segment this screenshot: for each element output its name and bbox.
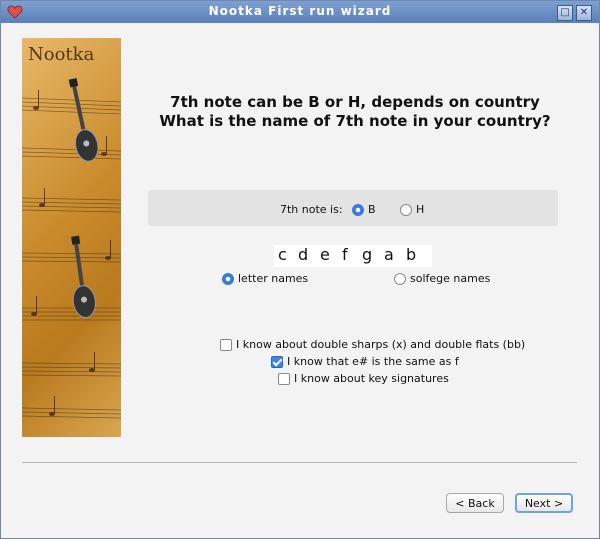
checkbox-double-accidentals-label[interactable]: I know about double sharps (x) and doubl… xyxy=(236,338,525,351)
next-button[interactable]: Next > xyxy=(515,493,573,513)
back-button[interactable]: < Back xyxy=(446,493,504,513)
radio-solfege-names-label[interactable]: solfege names xyxy=(410,272,490,285)
note-name: d xyxy=(298,245,309,264)
close-icon: ✕ xyxy=(579,7,589,18)
note-name: g xyxy=(362,245,373,264)
checkbox-enharmonic-label[interactable]: I know that e# is the same as f xyxy=(287,355,459,368)
note-name: f xyxy=(342,245,348,264)
page-subtitle: What is the name of 7th note in your cou… xyxy=(159,112,551,130)
radio-b[interactable] xyxy=(352,204,364,216)
maximize-icon: □ xyxy=(560,7,570,18)
seventh-note-panel: 7th note is: B H xyxy=(148,190,558,226)
note-names-preview: c d e f g a b xyxy=(274,245,432,267)
side-image: Nootka xyxy=(22,38,121,437)
radio-h-label[interactable]: H xyxy=(416,203,424,216)
checkbox-key-signatures-label[interactable]: I know about key signatures xyxy=(294,372,449,385)
page-title: 7th note can be B or H, depends on count… xyxy=(170,93,540,111)
divider xyxy=(22,462,577,463)
note-name: c xyxy=(278,245,287,264)
close-button[interactable]: ✕ xyxy=(576,5,592,21)
checkbox-double-accidentals[interactable] xyxy=(220,339,232,351)
guitar-icon xyxy=(71,235,96,318)
seventh-note-label: 7th note is: xyxy=(280,203,343,216)
radio-h[interactable] xyxy=(400,204,412,216)
window-title: Nootka First run wizard xyxy=(208,4,392,18)
maximize-button[interactable]: □ xyxy=(557,5,573,21)
note-name: b xyxy=(406,245,417,264)
guitar-icon xyxy=(68,78,99,162)
sheet-music-graphic: Nootka xyxy=(22,44,121,419)
side-image-caption: Nootka xyxy=(28,44,95,65)
note-name: a xyxy=(384,245,394,264)
radio-letter-names-label[interactable]: letter names xyxy=(238,272,308,285)
radio-letter-names[interactable] xyxy=(222,273,234,285)
note-name: e xyxy=(320,245,330,264)
checkbox-key-signatures[interactable] xyxy=(278,373,290,385)
radio-solfege-names[interactable] xyxy=(394,273,406,285)
radio-b-label[interactable]: B xyxy=(368,203,376,216)
checkbox-enharmonic[interactable] xyxy=(271,356,283,368)
title-bar[interactable]: Nootka First run wizard □ ✕ xyxy=(1,1,599,23)
